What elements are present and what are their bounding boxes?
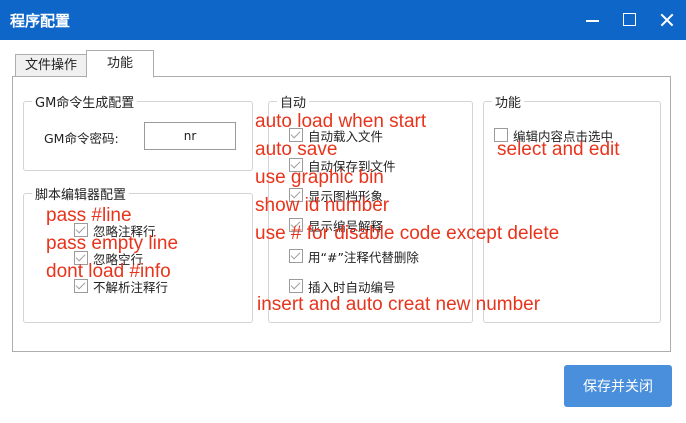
annotation-auto-save: auto save: [255, 139, 338, 160]
checkbox-auto-number-on-insert[interactable]: 插入时自动编号: [289, 277, 396, 295]
title-bar: 程序配置: [0, 0, 686, 40]
annotation-insert-auto: insert and auto creat new number: [257, 294, 541, 315]
annotation-dont-load: dont load #info: [46, 261, 171, 282]
annotation-show-id: show id number: [255, 195, 390, 216]
checkbox-label: 插入时自动编号: [308, 279, 396, 295]
annotation-pass-empty: pass empty line: [46, 233, 179, 254]
annotation-auto-load: auto load when start: [255, 111, 427, 132]
minimize-icon[interactable]: [581, 8, 605, 32]
checkbox[interactable]: [289, 249, 303, 263]
close-icon[interactable]: [655, 8, 679, 32]
annotation-select-edit: select and edit: [497, 139, 620, 160]
tab-functions[interactable]: 功能: [86, 50, 154, 78]
gm-password-label: GM命令密码:: [44, 131, 119, 146]
auto-group-title: 自动: [277, 92, 310, 111]
tab-file-operations[interactable]: 文件操作: [15, 54, 87, 77]
checkbox-hash-comment[interactable]: 用“#”注释代替删除: [289, 247, 419, 265]
gm-command-group: GM命令生成配置 GM命令密码: nr: [23, 92, 253, 171]
checkbox[interactable]: [289, 279, 303, 293]
editor-group-title: 脚本编辑器配置: [32, 184, 130, 203]
window-title: 程序配置: [10, 12, 71, 30]
gm-password-input[interactable]: nr: [144, 122, 236, 150]
annotation-graphic-bin: use graphic bin: [255, 167, 384, 188]
annotation-use-hash: use # for disable code except delete: [255, 223, 560, 244]
function-group: 功能 编辑内容点击选中: [483, 92, 661, 323]
save-and-close-button[interactable]: 保存并关闭: [564, 365, 672, 407]
annotation-pass-line: pass #line: [46, 205, 132, 226]
function-group-title: 功能: [492, 92, 525, 111]
maximize-icon[interactable]: [618, 8, 642, 32]
checkbox-label: 用“#”注释代替删除: [308, 249, 419, 265]
gm-group-title: GM命令生成配置: [32, 92, 138, 111]
